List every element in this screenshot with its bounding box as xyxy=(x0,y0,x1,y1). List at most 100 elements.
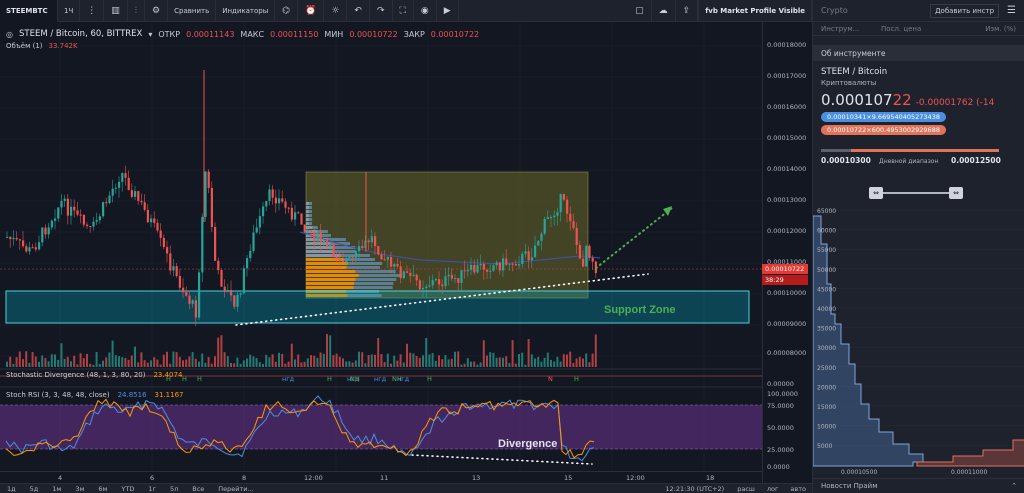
depth-chart[interactable]: 65000 60000 55000 50000 45000 40000 35000 30000… xyxy=(813,204,1024,476)
stoch-div-legend[interactable]: Stochastic Divergence (48, 1, 3, 80, 20)… xyxy=(6,371,182,379)
price-chart[interactable]: H H Hнгд HнгдNH нгд NHнгд H N H xyxy=(0,22,762,483)
volume-bar xyxy=(63,358,66,367)
compare-button[interactable]: Сравнить xyxy=(168,0,217,22)
range-5d[interactable]: 5д xyxy=(23,485,46,493)
volume-bar xyxy=(236,357,239,367)
watchlist-title[interactable]: Crypto xyxy=(821,6,848,15)
alert-icon[interactable]: ⏰ xyxy=(298,0,325,22)
volume-bar xyxy=(217,337,220,367)
news-section[interactable]: Новости Прайм ⌃ xyxy=(813,478,1024,493)
range-ytd[interactable]: YTD xyxy=(114,485,141,493)
volume-bar xyxy=(274,361,277,367)
volume-bars xyxy=(6,334,597,367)
range-6m[interactable]: 6м xyxy=(91,485,114,493)
play-icon[interactable]: ▶ xyxy=(437,0,459,22)
undo-icon[interactable]: ↶ xyxy=(347,0,370,22)
volume-bar xyxy=(569,351,572,367)
candle-body xyxy=(25,246,28,252)
col-instrument[interactable]: Инструм... xyxy=(821,25,881,33)
candle-body xyxy=(537,240,540,246)
chart-type-icon[interactable]: ⫶ xyxy=(128,0,146,22)
slider-handle-left[interactable]: ⇔ xyxy=(869,187,883,199)
candle-body xyxy=(361,246,364,249)
col-change[interactable]: Изм. (%) xyxy=(985,25,1016,33)
stoch-div-label: Stochastic Divergence (48, 1, 3, 80, 20) xyxy=(6,371,146,379)
divergence-marker: нгд xyxy=(374,375,387,383)
volume-legend[interactable]: Объём (1) 33.742K xyxy=(6,42,78,50)
range-5y[interactable]: 5л xyxy=(163,485,185,493)
chart-legend: ◎ STEEM / Bitcoin, 60, BITTREX ▾ ОТКР 0.0… xyxy=(6,29,479,39)
cloud-icon[interactable]: ☁ xyxy=(652,0,676,22)
layout-icon[interactable]: ▢ xyxy=(628,0,652,22)
candle-body xyxy=(63,198,66,201)
more-intervals-icon[interactable]: ⋮ xyxy=(80,0,105,22)
menu-icon[interactable]: ☰ xyxy=(1007,5,1016,16)
ask-pill: 0.00010722×600.4953002929688 xyxy=(821,125,946,135)
templates-icon[interactable]: ⌬ xyxy=(275,0,299,22)
log-scale-toggle[interactable]: лог xyxy=(761,485,785,493)
chart-area[interactable]: H H Hнгд Hнгд NH нгд NH нгд H N H ◎ STEEM / Bitcoi… xyxy=(0,22,812,483)
candle-body xyxy=(41,227,44,243)
profile-bar-left xyxy=(306,258,344,261)
interval-button[interactable]: 1Ч xyxy=(58,0,81,22)
range-1d[interactable]: 1д xyxy=(0,485,23,493)
candle-body xyxy=(188,295,191,304)
volume-bar xyxy=(345,361,348,367)
redo-icon[interactable]: ↷ xyxy=(370,0,393,22)
volume-value: 33.742K xyxy=(48,42,78,50)
time-axis[interactable]: 4 6 8 12:00 11 13 15 12:00 18 xyxy=(0,471,762,483)
volume-bar xyxy=(399,354,402,367)
percent-scale-toggle[interactable]: расш xyxy=(731,485,761,493)
clock[interactable]: 12:21:30 (UTC+2) xyxy=(658,485,731,493)
candle-body xyxy=(514,264,517,266)
add-instrument-button[interactable]: Добавить инстр xyxy=(930,3,1000,18)
volume-bar xyxy=(297,354,300,367)
slider-handle-right[interactable]: ⇔ xyxy=(949,187,963,199)
depth-zoom-slider[interactable]: ⇔ ⇔ xyxy=(813,186,1024,200)
pair-title[interactable]: STEEM / Bitcoin, 60, BITTREX xyxy=(19,29,142,39)
time-tick: 6 xyxy=(150,474,155,482)
range-1y[interactable]: 1г xyxy=(141,485,163,493)
fullscreen-icon[interactable]: ⛶ xyxy=(393,0,414,22)
candle-body xyxy=(121,173,124,182)
idea-icon[interactable]: ☼ xyxy=(324,0,348,22)
col-last-price[interactable]: Посл. цена xyxy=(881,25,961,33)
candle-body xyxy=(438,279,441,285)
candles-icon[interactable]: ▥ xyxy=(104,0,128,22)
candle-body xyxy=(137,191,140,201)
publish-icon[interactable]: ⇪ xyxy=(676,0,699,22)
range-3m[interactable]: 3м xyxy=(68,485,91,493)
divergence-trendline xyxy=(411,454,593,465)
candle-body xyxy=(386,257,389,260)
instrument-info-header[interactable]: Об инструменте xyxy=(813,45,1024,61)
candle-body xyxy=(60,200,63,208)
depth-y-tick: 10000 xyxy=(817,424,836,431)
goto-date-button[interactable]: Перейти... xyxy=(211,485,260,493)
stoch-rsi-legend[interactable]: Stoch RSI (3, 3, 48, 48, close) 24.8516 … xyxy=(6,391,184,399)
symbol-search[interactable]: STEEMBTC xyxy=(0,0,58,22)
candle-body xyxy=(454,278,457,280)
gear-icon[interactable]: ⚙ xyxy=(145,0,169,22)
chevron-down-icon[interactable]: ▾ xyxy=(148,30,152,39)
price-scale[interactable]: 0.00018000 0.00017000 0.00016000 0.00015… xyxy=(762,22,812,483)
candle-body xyxy=(239,293,242,295)
candle-body xyxy=(476,265,479,273)
profile-bar-right xyxy=(358,274,403,277)
chevron-up-icon[interactable]: ⌃ xyxy=(1011,482,1017,490)
eye-icon[interactable]: ◎ xyxy=(6,30,13,39)
range-1m[interactable]: 1м xyxy=(45,485,68,493)
candle-body xyxy=(524,251,527,254)
candle-body xyxy=(425,286,428,288)
camera-icon[interactable]: ◉ xyxy=(414,0,437,22)
indicators-button[interactable]: Индикаторы xyxy=(216,0,276,22)
candle-body xyxy=(518,264,521,266)
depth-y-tick: 25000 xyxy=(817,365,836,372)
profile-bar-left xyxy=(306,218,310,221)
fvb-market-profile-label[interactable]: fvb Market Profile Visible xyxy=(698,0,812,22)
time-tick: 12:00 xyxy=(304,474,323,482)
candle-body xyxy=(223,286,226,292)
range-all[interactable]: Все xyxy=(185,485,211,493)
auto-scale-toggle[interactable]: авто xyxy=(784,485,812,493)
candle-body xyxy=(380,254,383,260)
volume-bar xyxy=(188,356,191,367)
